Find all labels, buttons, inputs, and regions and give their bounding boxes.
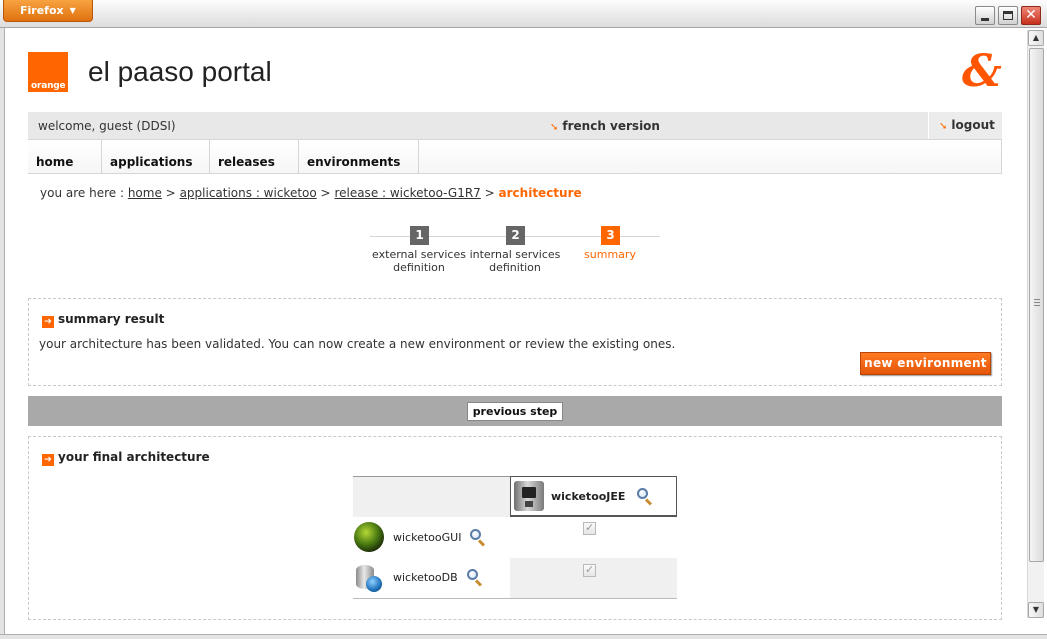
breadcrumb-link-release[interactable]: release : wicketoo-G1R7 [334, 186, 480, 200]
breadcrumb-separator: > [484, 186, 495, 200]
chevron-down-icon: ▼ [69, 6, 76, 15]
breadcrumb-link-home[interactable]: home [128, 186, 162, 200]
breadcrumb-current: architecture [498, 186, 582, 200]
logout-box: ➘ logout [928, 112, 1002, 139]
logo-text: orange [31, 81, 66, 91]
logout-link[interactable]: ➘ logout [939, 118, 995, 132]
nav-item-home[interactable]: home [28, 140, 102, 174]
checkbox-db[interactable] [583, 563, 596, 577]
step-label-line: external services [372, 248, 466, 261]
summary-title-text: summary result [58, 312, 165, 326]
previous-step-button[interactable]: previous step [467, 402, 563, 421]
close-button[interactable]: ✕ [1021, 6, 1041, 25]
firefox-menu-button[interactable]: Firefox ▼ [3, 0, 93, 22]
matrix-corner-cell [353, 476, 510, 517]
breadcrumb-separator: > [320, 186, 331, 200]
database-icon [354, 563, 384, 593]
nav-label: releases [218, 155, 275, 169]
vertical-scrollbar[interactable]: ▲ ▼ [1027, 30, 1044, 618]
step-label-line: definition [489, 261, 541, 274]
checkbox-gui[interactable] [583, 521, 596, 535]
logout-arrow-icon: ➘ [939, 121, 948, 132]
breadcrumb-separator: > [165, 186, 176, 200]
grip-icon [1034, 299, 1040, 306]
portal-title: el paaso portal [88, 56, 272, 87]
step-2-number: 2 [506, 226, 525, 245]
maximize-button[interactable] [998, 6, 1018, 25]
brand-ampersand-icon: & [962, 46, 1002, 97]
coffee-machine-icon [514, 481, 544, 511]
nav-item-applications[interactable]: applications [102, 140, 210, 174]
matrix-column-header: wicketooJEE [510, 476, 677, 517]
minimize-icon [981, 18, 989, 21]
step-navigation-bar: previous step [28, 396, 1002, 426]
magnifier-icon[interactable] [636, 487, 654, 506]
nav-label: home [36, 155, 74, 169]
scroll-up-button[interactable]: ▲ [1028, 30, 1044, 46]
minimize-button[interactable] [975, 6, 995, 25]
breadcrumb-link-application[interactable]: applications : wicketoo [180, 186, 317, 200]
matrix-bottom-rule [353, 598, 677, 599]
summary-title: ➔ summary result [42, 312, 164, 328]
french-version-label: french version [562, 119, 660, 133]
arrow-right-icon: ➔ [42, 454, 54, 466]
architecture-title-text: your final architecture [58, 450, 210, 464]
step-label-line: definition [393, 261, 445, 274]
arrow-icon: ➘ [550, 122, 559, 133]
breadcrumb-prefix: you are here : [40, 186, 124, 200]
globe-icon [354, 522, 384, 552]
nav-label: environments [307, 155, 401, 169]
welcome-text: welcome, guest (DDSI) [38, 119, 176, 133]
nav-label: applications [110, 155, 193, 169]
window-frame-left [0, 28, 5, 639]
magnifier-icon[interactable] [466, 568, 484, 587]
step-2-label: internal services definition [460, 248, 570, 274]
maximize-icon [1003, 11, 1013, 20]
close-icon: ✕ [1025, 7, 1037, 23]
step-3-label: summary [555, 248, 665, 261]
step-label-line: internal services [469, 248, 561, 261]
main-navbar: home applications releases environments [28, 139, 1002, 174]
matrix-cell-gui [510, 517, 677, 558]
nav-item-environments[interactable]: environments [299, 140, 419, 174]
browser-titlebar: Firefox ▼ ✕ [0, 0, 1047, 28]
nav-item-releases[interactable]: releases [210, 140, 299, 174]
architecture-matrix: wicketooJEE wicketooGUI wicketooDB [353, 476, 677, 599]
column-name: wicketooJEE [551, 490, 626, 503]
scroll-down-button[interactable]: ▼ [1028, 602, 1044, 618]
window-frame-bottom [0, 634, 1047, 639]
firefox-menu-label: Firefox [20, 4, 64, 17]
welcome-bar: welcome, guest (DDSI) ➘ french version ➘ l… [28, 112, 1002, 139]
new-environment-button[interactable]: new environment [860, 352, 991, 375]
summary-panel: ➔ summary result your architecture has be… [28, 298, 1002, 386]
summary-message: your architecture has been validated. Yo… [39, 337, 676, 351]
row-name: wicketooDB [393, 571, 458, 584]
logout-label: logout [951, 118, 995, 132]
row-name: wicketooGUI [393, 531, 462, 544]
scrollbar-thumb[interactable] [1029, 48, 1044, 562]
orange-logo[interactable]: orange [28, 52, 68, 92]
magnifier-icon[interactable] [469, 528, 487, 547]
step-1-number: 1 [410, 226, 429, 245]
step-3-number: 3 [601, 226, 620, 245]
french-version-link[interactable]: ➘ french version [550, 119, 660, 133]
arrow-right-icon: ➔ [42, 316, 54, 328]
step-1-label: external services definition [364, 248, 474, 274]
breadcrumb: you are here : home > applications : wic… [40, 186, 582, 200]
step-label-line: summary [584, 248, 636, 261]
matrix-cell-db [510, 558, 677, 599]
architecture-title: ➔ your final architecture [42, 450, 210, 466]
